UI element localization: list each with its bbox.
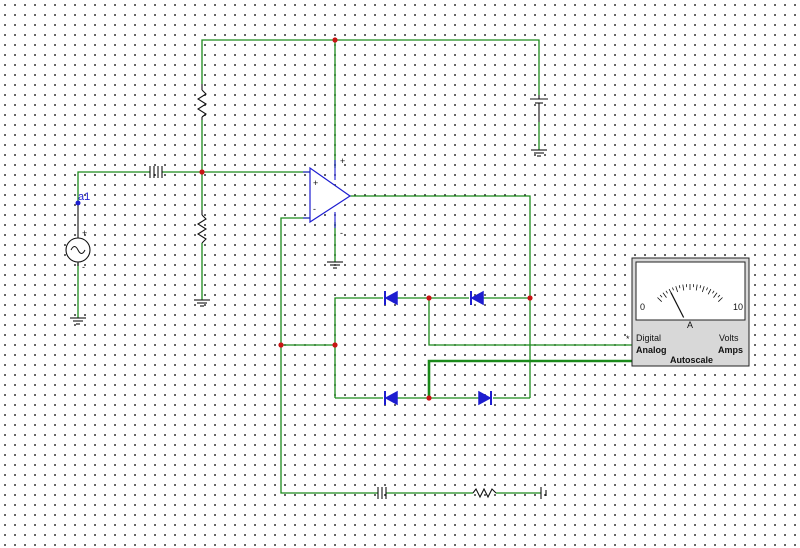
wires <box>77 39 632 494</box>
meter-unit-label: A <box>687 320 693 330</box>
probe-label: a1 <box>78 191 90 203</box>
node-feedback <box>278 342 284 348</box>
meter-mode-digital[interactable]: Digital <box>636 333 661 343</box>
diode-bottom-left[interactable] <box>384 390 398 406</box>
opamp-inv-sign: - <box>313 204 316 214</box>
node-bridge-right <box>527 295 533 301</box>
battery-supply[interactable] <box>530 95 548 122</box>
ground-battery <box>531 149 547 157</box>
op-amp[interactable]: + - + - <box>303 156 352 238</box>
meter-mode-analog[interactable]: Analog <box>636 345 667 355</box>
opamp-output-wire[interactable] <box>350 195 531 298</box>
capacitor-input[interactable] <box>149 166 163 178</box>
node-bridge-top <box>426 295 432 301</box>
feedback-wire[interactable] <box>280 217 378 494</box>
opamp-minus-supply-sign: - <box>340 228 343 238</box>
opamp-noninv-sign: + <box>313 178 318 188</box>
meter-dial-face <box>635 261 746 321</box>
resistor-top[interactable] <box>196 84 208 120</box>
resistor-bottom[interactable] <box>196 210 208 244</box>
meter-scale-max: 10 <box>733 302 743 312</box>
circuit-schematic: + - a1 + - + - 0 10 A Digital Analog Vol… <box>65 37 750 499</box>
capacitor-series[interactable] <box>377 487 387 499</box>
meter-autoscale[interactable]: Autoscale <box>670 355 713 365</box>
source-minus-sign: - <box>82 262 85 272</box>
node-divider <box>199 169 205 175</box>
diode-bottom-right[interactable] <box>478 390 492 406</box>
battery-series[interactable] <box>540 487 547 499</box>
ac-source[interactable]: + - <box>65 203 91 272</box>
probe-a1[interactable]: a1 <box>75 191 91 206</box>
diode-top-right[interactable] <box>470 290 484 306</box>
opamp-plus-supply-sign: + <box>340 156 345 166</box>
bridge-left-wire[interactable] <box>334 297 383 398</box>
ground-opamp <box>327 261 343 269</box>
node-bridge-bottom <box>426 395 432 401</box>
junction-nodes <box>199 37 533 401</box>
meter-lead-marker: * <box>626 334 630 344</box>
diode-top-left[interactable] <box>384 290 398 306</box>
node-top-rail <box>332 37 338 43</box>
source-plus-sign: + <box>82 228 87 238</box>
meter-scale-min: 0 <box>640 302 645 312</box>
node-bridge-left <box>332 342 338 348</box>
ammeter[interactable]: 0 10 A Digital Analog Volts Amps Autosca… <box>626 257 750 367</box>
meter-mode-volts[interactable]: Volts <box>719 333 739 343</box>
ground-divider <box>194 299 210 307</box>
meter-mode-amps[interactable]: Amps <box>718 345 743 355</box>
top-rail-wire[interactable] <box>201 39 540 95</box>
resistor-series[interactable] <box>472 487 497 499</box>
ground-source <box>70 317 86 325</box>
